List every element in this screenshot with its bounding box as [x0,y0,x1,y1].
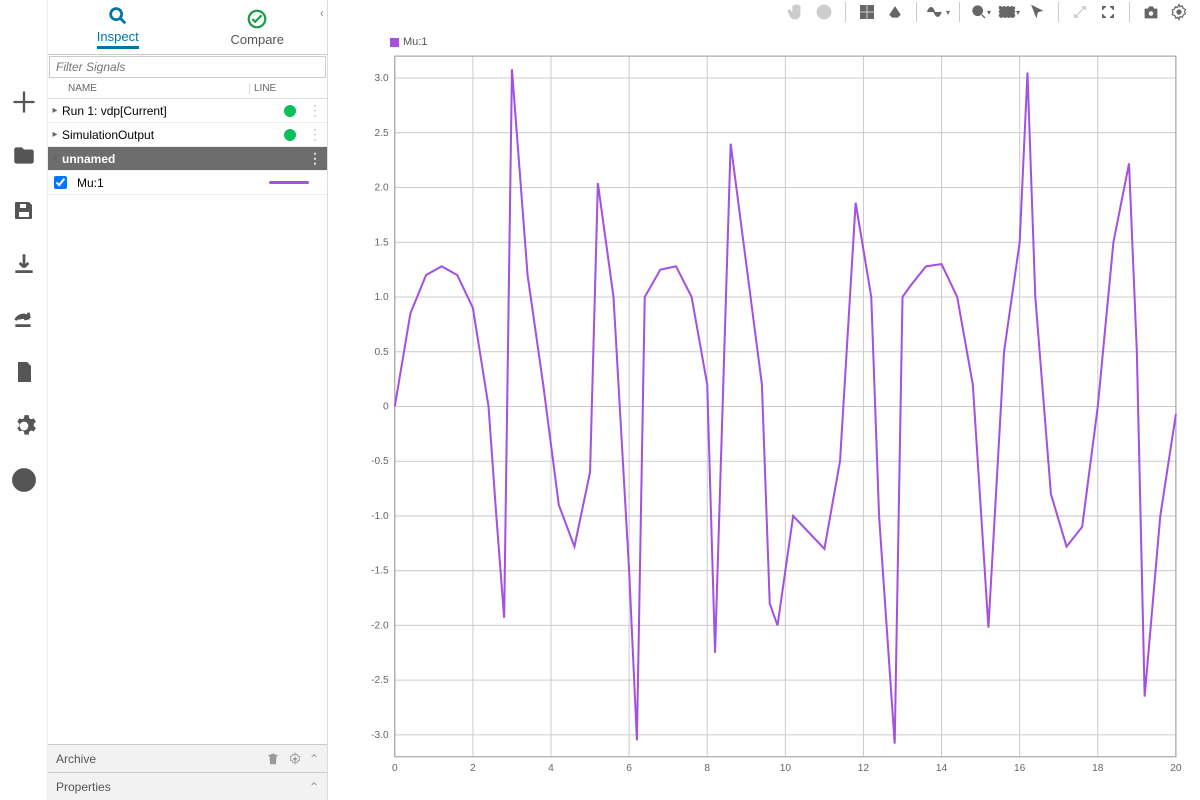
properties-label: Properties [56,780,111,794]
svg-text:6: 6 [626,763,632,774]
svg-text:0: 0 [383,402,389,413]
import-icon[interactable] [10,250,38,278]
add-icon[interactable] [10,88,38,116]
folder-icon[interactable] [10,142,38,170]
svg-text:18: 18 [1092,763,1104,774]
trash-icon[interactable] [265,751,281,767]
svg-text:16: 16 [1014,763,1026,774]
save-icon[interactable] [10,196,38,224]
export-icon[interactable] [10,304,38,332]
svg-text:1.5: 1.5 [375,237,389,248]
svg-text:0: 0 [392,763,398,774]
signal-tree: ▸Run 1: vdp[Current]⋮▸SimulationOutput⋮▾… [48,99,327,195]
layout-grid-icon[interactable] [854,0,880,24]
svg-text:-1.5: -1.5 [371,566,389,577]
tree-row[interactable]: ▾unnamed⋮ [48,147,327,171]
legend-swatch [390,38,399,47]
archive-bar[interactable]: Archive ⌃ [48,744,327,772]
tree-row[interactable]: ▸SimulationOutput⋮ [48,123,327,147]
preferences-icon[interactable] [1166,0,1192,24]
svg-text:2.5: 2.5 [375,128,389,139]
column-name-header: NAME [48,83,249,94]
cursor-icon[interactable] [1024,0,1050,24]
chevron-up-icon[interactable]: ⌃ [309,752,319,766]
gear-icon[interactable] [287,751,303,767]
tree-row[interactable]: ▸Run 1: vdp[Current]⋮ [48,99,327,123]
svg-text:-2.0: -2.0 [371,620,389,631]
chart-area: ▾ ▾ ▾ Mu:1 -3.0 -2.5 -2.0 -1.5 -1.0 -0.5 0 0.5 1… [328,0,1200,800]
tree-row[interactable]: Mu:1 [48,171,327,195]
replay-icon[interactable] [811,0,837,24]
svg-text:12: 12 [858,763,870,774]
svg-text:0.5: 0.5 [375,347,389,358]
svg-text:-2.5: -2.5 [371,675,389,686]
svg-text:4: 4 [548,763,554,774]
clear-plot-icon[interactable] [882,0,908,24]
more-icon[interactable]: ⋮ [302,126,327,143]
svg-text:2: 2 [470,763,476,774]
svg-text:-0.5: -0.5 [371,456,389,467]
collapse-sidebar-icon[interactable]: ‹ [316,4,328,22]
signal-line-icon[interactable]: ▾ [925,0,951,24]
tab-compare-label: Compare [231,32,284,47]
snapshot-icon[interactable] [1138,0,1164,24]
svg-text:14: 14 [936,763,948,774]
chart-legend: Mu:1 [390,36,1182,48]
settings-icon[interactable] [10,412,38,440]
chevron-up-icon[interactable]: ⌃ [309,780,319,794]
archive-label: Archive [56,752,96,766]
filter-signals-input[interactable] [50,57,325,77]
signal-checkbox[interactable] [54,176,67,189]
column-line-header: LINE [249,83,327,94]
signal-browser-panel: ‹ Inspect Compare NAME LINE ▸Run 1: vdp[… [48,0,328,800]
left-icon-strip [0,0,48,800]
legend-label: Mu:1 [403,36,427,48]
chart-toolbar: ▾ ▾ ▾ [328,0,1200,24]
svg-text:3.0: 3.0 [375,73,389,84]
svg-text:1.0: 1.0 [375,292,389,303]
help-icon[interactable] [10,466,38,494]
svg-text:-1.0: -1.0 [371,511,389,522]
expand-axes-icon[interactable] [1067,0,1093,24]
filter-signals-field[interactable] [49,56,326,78]
svg-text:8: 8 [704,763,710,774]
tab-inspect-label: Inspect [97,29,139,49]
properties-bar[interactable]: Properties ⌃ [48,772,327,800]
line-chart[interactable]: -3.0 -2.5 -2.0 -1.5 -1.0 -0.5 0 0.5 1.0 1.5 2.0 2.5… [348,50,1182,783]
tab-compare[interactable]: Compare [188,0,328,54]
zoom-icon[interactable]: ▾ [968,0,994,24]
svg-text:20: 20 [1170,763,1182,774]
svg-text:-3.0: -3.0 [371,730,389,741]
svg-text:10: 10 [780,763,792,774]
more-icon[interactable]: ⋮ [302,150,327,167]
fit-view-icon[interactable]: ▾ [996,0,1022,24]
pan-hand-icon[interactable] [783,0,809,24]
signal-table-header: NAME LINE [48,79,327,99]
report-icon[interactable] [10,358,38,386]
svg-text:2.0: 2.0 [375,183,389,194]
more-icon[interactable]: ⋮ [302,102,327,119]
tab-inspect[interactable]: Inspect [48,0,188,54]
fullscreen-icon[interactable] [1095,0,1121,24]
